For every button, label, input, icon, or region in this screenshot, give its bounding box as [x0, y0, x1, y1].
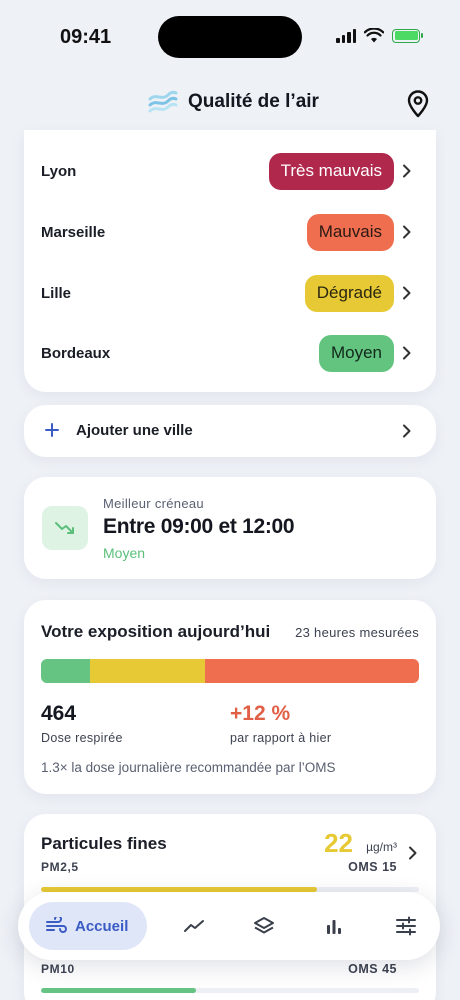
- best-slot-time: Entre 09:00 et 12:00: [103, 515, 295, 538]
- pm10-progress-fill: [41, 988, 196, 993]
- city-name: Lille: [41, 284, 72, 302]
- wifi-icon: [364, 28, 384, 43]
- city-row-lille[interactable]: Lille Dégradé: [24, 270, 436, 316]
- change-value: +12 %: [230, 702, 291, 725]
- dose-label: Dose respirée: [41, 731, 123, 745]
- city-row-lyon[interactable]: Lyon Très mauvais: [24, 148, 436, 194]
- best-slot-level: Moyen: [103, 545, 146, 561]
- app-header: Qualité de l’air: [0, 80, 460, 130]
- status-icons: [336, 28, 423, 43]
- air-quality-badge: Dégradé: [304, 274, 394, 312]
- city-name: Bordeaux: [41, 344, 111, 362]
- air-quality-badge: Mauvais: [306, 213, 394, 251]
- pm25-oms: OMS 15: [348, 860, 397, 874]
- exposure-segment: [90, 659, 206, 683]
- pm25-value: 22: [324, 828, 353, 858]
- signal-icon: [336, 28, 356, 43]
- pm10-label: PM10: [41, 962, 75, 976]
- chevron-right-icon: [403, 346, 411, 360]
- city-row-marseille[interactable]: Marseille Mauvais: [24, 209, 436, 255]
- exposure-bar: [41, 659, 419, 683]
- trend-down-icon: [42, 506, 88, 550]
- exposure-segment: [205, 659, 419, 683]
- location-pin-icon: [407, 90, 429, 118]
- exposure-measured-hours: 23 heures mesurées: [295, 625, 419, 640]
- tab-stats[interactable]: [322, 914, 346, 938]
- pm25-label: PM2,5: [41, 860, 79, 874]
- city-row-bordeaux[interactable]: Bordeaux Moyen: [24, 330, 436, 376]
- air-quality-badge: Très mauvais: [268, 152, 394, 190]
- exposure-segment: [41, 659, 91, 683]
- wind-logo-icon: [148, 90, 178, 113]
- pollutant-title: Particules fines: [41, 834, 167, 853]
- tab-layers[interactable]: [252, 914, 276, 938]
- bar-chart-icon: [327, 920, 341, 934]
- location-button[interactable]: [406, 90, 430, 118]
- air-quality-badge: Moyen: [318, 334, 394, 372]
- page-title: Qualité de l’air: [188, 91, 319, 112]
- sliders-icon: [396, 916, 416, 936]
- tab-accueil[interactable]: Accueil: [29, 902, 147, 950]
- chevron-right-icon: [403, 225, 411, 239]
- chevron-right-icon: [409, 846, 417, 860]
- trend-line-icon: [184, 920, 204, 932]
- cities-card: Lyon Très mauvais Marseille Mauvais Lill…: [24, 130, 436, 392]
- status-time: 09:41: [60, 26, 112, 48]
- add-city-button[interactable]: Ajouter une ville: [24, 405, 436, 457]
- city-name: Marseille: [41, 223, 106, 241]
- dynamic-island: [158, 16, 302, 58]
- chevron-right-icon: [403, 164, 411, 178]
- best-slot-kicker: Meilleur créneau: [103, 496, 204, 511]
- chevron-right-icon: [403, 424, 411, 438]
- tab-trends[interactable]: [182, 914, 206, 938]
- battery-icon: [392, 28, 423, 43]
- change-label: par rapport à hier: [230, 731, 332, 745]
- exposure-title: Votre exposition aujourd’hui: [41, 622, 271, 641]
- wind-icon: [46, 917, 67, 933]
- tab-accueil-label: Accueil: [75, 917, 129, 935]
- chevron-right-icon: [403, 286, 411, 300]
- best-slot-card[interactable]: Meilleur créneau Entre 09:00 et 12:00 Mo…: [24, 477, 436, 579]
- pm10-progress: [41, 988, 419, 993]
- dose-value: 464: [41, 702, 77, 725]
- tab-bar: Accueil: [18, 892, 440, 960]
- tab-settings[interactable]: [394, 914, 418, 938]
- status-bar: 09:41: [0, 0, 460, 72]
- brand: Qualité de l’air: [148, 89, 319, 115]
- add-city-label: Ajouter une ville: [76, 422, 193, 439]
- layers-icon: [254, 917, 274, 934]
- plus-icon: [45, 423, 59, 437]
- city-name: Lyon: [41, 162, 77, 180]
- oms-note: 1.3× la dose journalière recommandée par…: [41, 760, 336, 775]
- pm25-unit: µg/m³: [366, 840, 397, 854]
- pm10-oms: OMS 45: [348, 962, 397, 976]
- exposure-card: Votre exposition aujourd’hui 23 heures m…: [24, 600, 436, 794]
